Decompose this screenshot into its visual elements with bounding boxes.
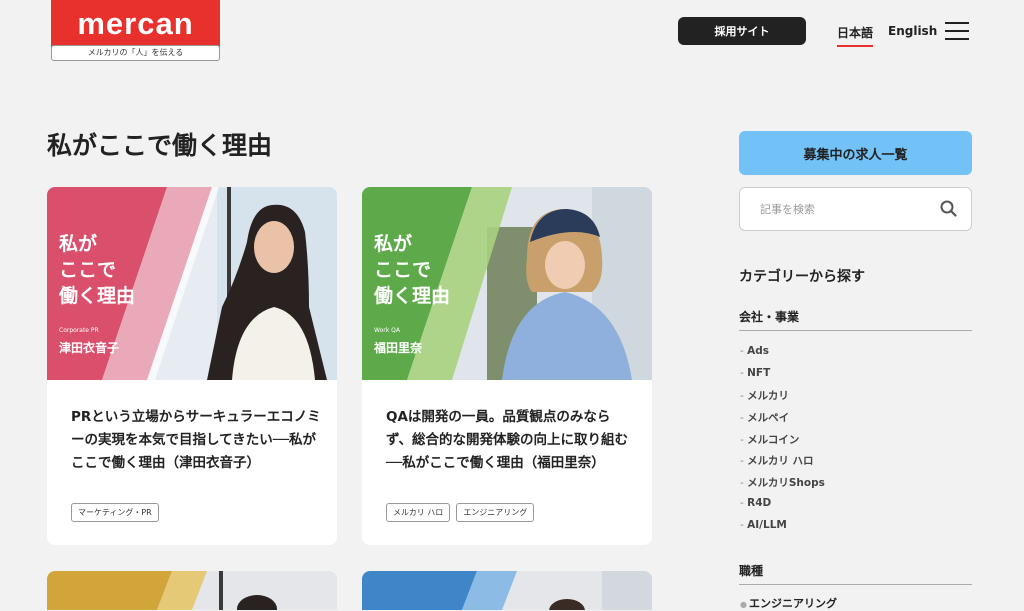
article-tags: マーケティング・PR bbox=[71, 503, 159, 522]
category-link[interactable]: メルコイン bbox=[740, 432, 825, 454]
thumbnail-overlay-title: 私が ここで 働く理由 bbox=[59, 233, 136, 307]
thumbnail-overlay-title: 私が ここで 働く理由 bbox=[374, 233, 451, 307]
article-thumbnail bbox=[362, 571, 652, 610]
thumbnail-name: 福田里奈 bbox=[374, 341, 423, 355]
search-input[interactable] bbox=[758, 198, 932, 220]
lang-ja-link[interactable]: 日本語 bbox=[837, 24, 874, 47]
category-link[interactable]: Ads bbox=[740, 345, 825, 367]
recruit-site-button[interactable]: 採用サイト bbox=[678, 17, 806, 45]
logo-wordmark: mercan bbox=[77, 6, 194, 41]
thumbnail-role: Corporate PR bbox=[59, 327, 99, 334]
category-list: Ads NFT メルカリ メルペイ メルコイン メルカリ ハロ メルカリShop… bbox=[740, 345, 825, 540]
category-link[interactable]: メルカリShops bbox=[740, 475, 825, 497]
logo-tagline: メルカリの「人」を伝える bbox=[51, 45, 220, 61]
category-link[interactable]: AI/LLM bbox=[740, 519, 825, 541]
category-link[interactable]: NFT bbox=[740, 367, 825, 389]
tag-chip[interactable]: メルカリ ハロ bbox=[386, 503, 451, 522]
category-link[interactable]: メルペイ bbox=[740, 410, 825, 432]
article-thumbnail bbox=[47, 571, 337, 610]
category-link[interactable]: メルカリ bbox=[740, 388, 825, 410]
article-card[interactable] bbox=[47, 571, 337, 610]
job-listings-button[interactable]: 募集中の求人一覧 bbox=[739, 131, 972, 175]
article-title[interactable]: PRという立場からサーキュラーエコノミーの実現を本気で目指してきたい──私がここ… bbox=[71, 406, 321, 475]
thumbnail-name: 津田衣音子 bbox=[59, 341, 120, 355]
lang-en-link[interactable]: English bbox=[888, 24, 937, 38]
mercan-logo[interactable]: mercan メルカリの「人」を伝える bbox=[51, 0, 220, 61]
article-title[interactable]: QAは開発の一員。品質観点のみならず、総合的な開発体験の向上に取り組む──私がこ… bbox=[386, 406, 636, 475]
category-link[interactable]: R4D bbox=[740, 497, 825, 519]
article-card[interactable] bbox=[362, 571, 652, 610]
tag-chip[interactable]: エンジニアリング bbox=[456, 503, 535, 522]
article-search bbox=[739, 187, 972, 231]
section-heading-job: 職種 bbox=[739, 562, 972, 585]
article-thumbnail: 私が ここで 働く理由 Work QA 福田里奈 bbox=[362, 187, 652, 380]
article-card[interactable]: 私が ここで 働く理由 Corporate PR 津田衣音子 PRという立場から… bbox=[47, 187, 337, 545]
category-heading: カテゴリーから探す bbox=[739, 269, 865, 285]
tag-chip[interactable]: マーケティング・PR bbox=[71, 503, 159, 522]
job-type-link[interactable]: エンジニアリング bbox=[740, 595, 837, 611]
hamburger-menu-icon[interactable] bbox=[945, 20, 969, 42]
category-link[interactable]: メルカリ ハロ bbox=[740, 453, 825, 475]
section-heading-company: 会社・事業 bbox=[739, 308, 972, 331]
search-icon[interactable] bbox=[940, 200, 957, 221]
article-thumbnail: 私が ここで 働く理由 Corporate PR 津田衣音子 bbox=[47, 187, 337, 380]
article-card[interactable]: 私が ここで 働く理由 Work QA 福田里奈 QAは開発の一員。品質観点のみ… bbox=[362, 187, 652, 545]
article-tags: メルカリ ハロ エンジニアリング bbox=[386, 503, 535, 522]
page-title: 私がここで働く理由 bbox=[47, 131, 273, 160]
thumbnail-role: Work QA bbox=[374, 327, 400, 334]
